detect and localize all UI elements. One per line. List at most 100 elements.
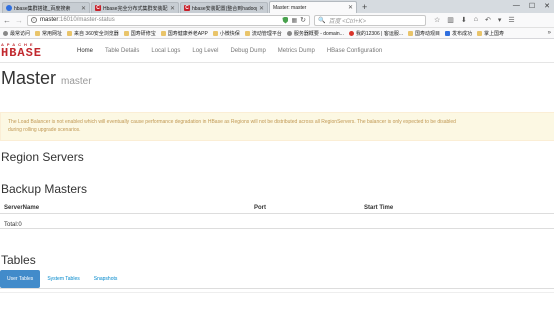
bookmark-item[interactable]: 服务器概要 - domain...	[286, 30, 344, 37]
bookmark-item[interactable]: 来自 360安全浏览器	[67, 30, 119, 37]
shield-icon[interactable]	[282, 16, 289, 24]
star-icon[interactable]: ☆	[434, 16, 440, 24]
bookmarks-bar: 最常访问 常用网址 来自 360安全浏览器 国寿研修宝 国寿健康养老APP 小微…	[0, 28, 554, 39]
folder-icon	[244, 30, 250, 36]
column-header-start-time: Start Time	[364, 205, 394, 211]
maximize-icon[interactable]: ☐	[529, 2, 535, 10]
column-header-port: Port	[254, 205, 266, 211]
backup-masters-heading: Backup Masters	[1, 182, 88, 196]
bookmark-item[interactable]: 流动管理平台	[244, 30, 282, 37]
nav-metrics-dump[interactable]: Metrics Dump	[272, 39, 321, 63]
tab-close-icon[interactable]: ✕	[348, 4, 353, 11]
bookmark-label: 来自 360安全浏览器	[74, 30, 119, 37]
url-text[interactable]: master:16010/master-status	[40, 17, 279, 23]
page-title-subtitle: master	[61, 76, 92, 87]
grid-icon[interactable]: ▦	[291, 17, 297, 24]
bookmark-item[interactable]: 常用网址	[35, 30, 62, 37]
bookmark-item[interactable]: 国寿研修宝	[123, 30, 156, 37]
folder-icon	[123, 30, 129, 36]
menu-icon[interactable]: ☰	[508, 16, 514, 24]
backup-masters-total: Total:0	[4, 222, 22, 228]
dropdown-icon[interactable]: ▾	[498, 16, 502, 24]
minimize-icon[interactable]: —	[513, 2, 520, 10]
reload-icon[interactable]: ↻	[300, 16, 306, 24]
search-bar[interactable]: 🔍 百度 <Ctrl+K>	[314, 14, 426, 26]
tab-snapshots[interactable]: Snapshots	[87, 270, 125, 288]
bookmark-label: 国寿研修宝	[130, 30, 156, 37]
tab-title: hbase集群搭建_百度搜索	[14, 5, 71, 12]
divider	[0, 292, 554, 293]
baidu-favicon-icon	[6, 5, 12, 11]
bookmark-item[interactable]: 掌上国寿	[477, 30, 504, 37]
folder-icon	[477, 30, 483, 36]
url-path: :16010/master-status	[58, 17, 115, 23]
page-content: APACHE HBASE Home Table Details Local Lo…	[0, 39, 554, 309]
tab-title: Hbase完全分布式集群安装配	[103, 5, 168, 12]
bookmark-item[interactable]: 最常访问	[3, 30, 30, 37]
tables-heading: Tables	[1, 253, 36, 267]
bookmarks-overflow-icon[interactable]: »	[548, 30, 551, 36]
download-icon[interactable]: ⬇	[461, 16, 467, 24]
browser-tab-active[interactable]: Master: master ✕	[269, 1, 357, 13]
warning-text-line-1: The Load Balancer is not enabled which w…	[8, 119, 456, 125]
tables-tab-bar: User Tables System Tables Snapshots	[0, 270, 554, 289]
browser-tab[interactable]: C Hbase完全分布式集群安装配 ✕	[91, 2, 179, 13]
browser-tab[interactable]: hbase集群搭建_百度搜索 ✕	[2, 2, 90, 13]
table-header-row: ServerName Port Start Time	[0, 203, 554, 214]
window-controls: — ☐ ✕	[513, 2, 550, 10]
folder-icon	[35, 30, 41, 36]
close-window-icon[interactable]: ✕	[544, 2, 550, 10]
nav-local-logs[interactable]: Local Logs	[145, 39, 186, 63]
bookmark-label: 掌上国寿	[484, 30, 505, 37]
new-tab-button[interactable]: +	[362, 2, 367, 12]
folder-icon	[67, 30, 73, 36]
tab-close-icon[interactable]: ✕	[259, 5, 264, 12]
url-host: master	[40, 17, 59, 23]
home-icon[interactable]: ⌂	[474, 16, 478, 24]
page-icon	[445, 30, 451, 36]
forward-icon[interactable]: →	[15, 16, 23, 25]
bookmark-label: 最常访问	[10, 30, 31, 37]
tab-close-icon[interactable]: ✕	[170, 5, 175, 12]
search-icon[interactable]: 🔍	[318, 17, 325, 24]
nav-table-details[interactable]: Table Details	[99, 39, 145, 63]
undo-icon[interactable]: ↶	[485, 16, 491, 24]
nav-log-level[interactable]: Log Level	[186, 39, 224, 63]
bookmark-item[interactable]: 我的12306 | 客运服...	[348, 30, 403, 37]
toolbar-icons: ☆ ▥ ⬇ ⌂ ↶ ▾ ☰	[434, 16, 515, 24]
logo-hbase-text: HBASE	[1, 46, 43, 60]
bookmark-item[interactable]: 发布成功	[445, 30, 472, 37]
bookmark-item[interactable]: 国寿健康养老APP	[160, 30, 208, 37]
bookmark-label: 服务器概要 - domain...	[293, 30, 344, 37]
browser-tab[interactable]: C hbase安装配置(整合到hadoop) ✕	[180, 2, 268, 13]
nav-home[interactable]: Home	[71, 39, 99, 63]
bookmark-label: 小微快保	[219, 30, 240, 37]
bookmark-item[interactable]: 国寿动观目	[408, 30, 440, 37]
folder-icon	[160, 30, 166, 36]
page-title: Master master	[1, 68, 92, 89]
railway-icon	[348, 30, 354, 36]
tab-user-tables[interactable]: User Tables	[0, 270, 41, 288]
csdn-favicon-icon: C	[184, 5, 190, 11]
csdn-favicon-icon: C	[95, 5, 101, 11]
bookmark-label: 我的12306 | 客运服...	[355, 30, 403, 37]
address-bar[interactable]: i master:16010/master-status ▦ ↻	[27, 14, 310, 26]
tab-close-icon[interactable]: ✕	[81, 5, 86, 12]
tab-title: Master: master	[273, 4, 307, 11]
library-icon[interactable]: ▥	[447, 16, 454, 24]
hbase-logo[interactable]: APACHE HBASE	[1, 42, 59, 60]
load-balancer-warning: The Load Balancer is not enabled which w…	[0, 112, 554, 141]
bookmark-label: 常用网址	[42, 30, 63, 37]
back-icon[interactable]: ←	[3, 16, 11, 25]
nav-debug-dump[interactable]: Debug Dump	[224, 39, 271, 63]
site-header: APACHE HBASE Home Table Details Local Lo…	[0, 39, 554, 63]
bookmark-label: 发布成功	[452, 30, 473, 37]
tab-system-tables[interactable]: System Tables	[40, 270, 86, 288]
nav-hbase-configuration[interactable]: HBase Configuration	[321, 39, 388, 63]
search-input[interactable]: 百度 <Ctrl+K>	[328, 16, 366, 25]
info-icon[interactable]: i	[31, 17, 37, 23]
backup-masters-table: ServerName Port Start Time	[0, 203, 554, 229]
bookmark-item[interactable]: 小微快保	[212, 30, 240, 37]
browser-nav-bar: ← → i master:16010/master-status ▦ ↻ 🔍 百…	[0, 13, 554, 28]
bookmark-label: 国寿健康养老APP	[167, 30, 208, 37]
